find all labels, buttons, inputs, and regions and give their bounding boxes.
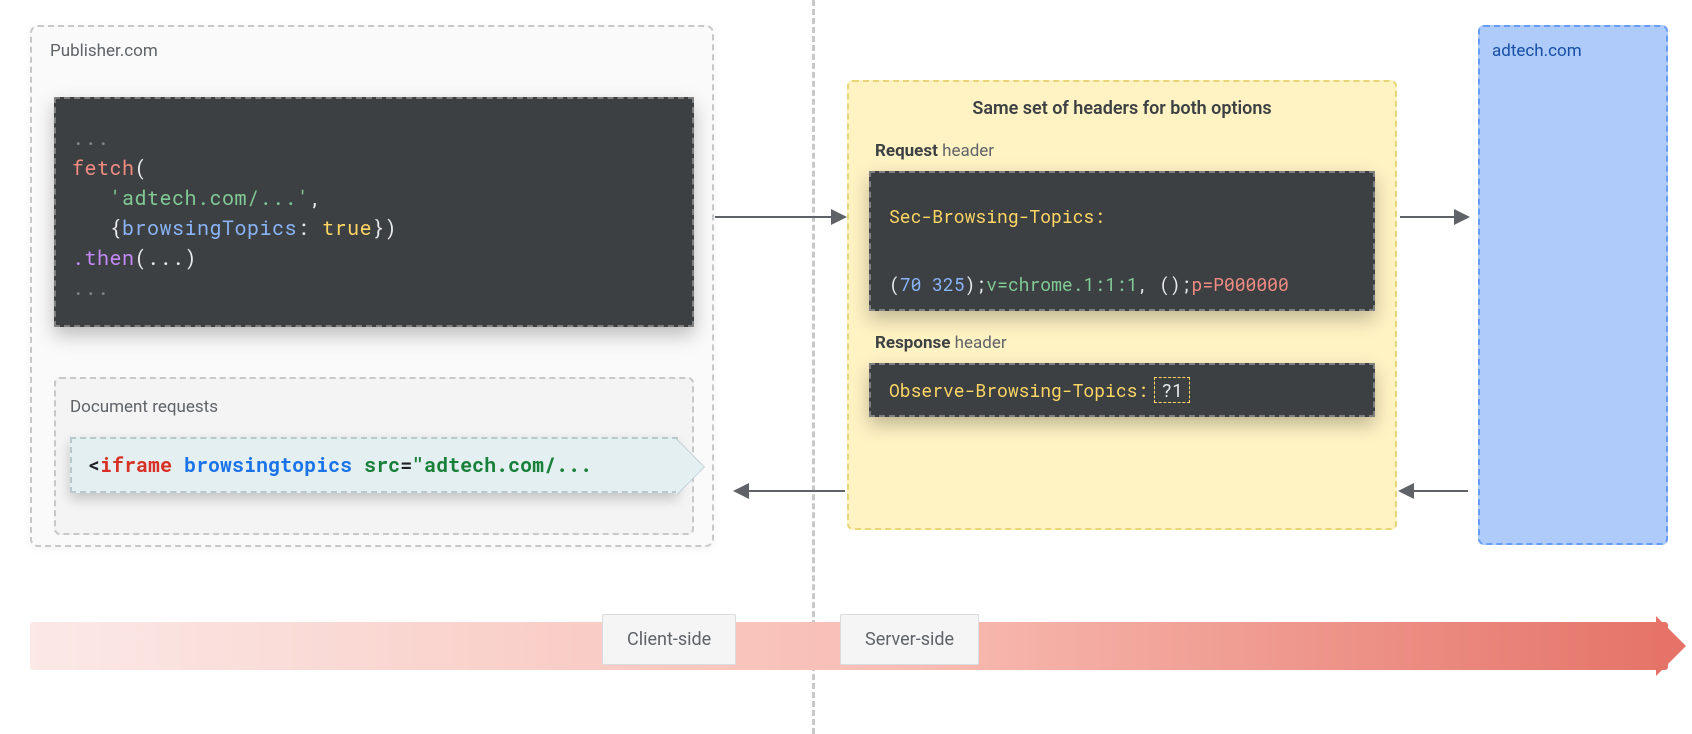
code-colon: : xyxy=(297,215,322,241)
document-requests-title: Document requests xyxy=(56,379,692,417)
response-header-block: Observe-Browsing-Topics:?1 xyxy=(869,363,1375,417)
code-ellipsis2: ... xyxy=(72,275,110,301)
tag-name: iframe xyxy=(100,452,172,478)
code-comma: , xyxy=(310,185,323,211)
fetch-code-block: ... fetch( 'adtech.com/...', {browsingTo… xyxy=(54,97,694,327)
document-requests-panel: Document requests <iframe browsingtopics… xyxy=(54,377,694,535)
arrow-headers-to-adtech xyxy=(1400,216,1468,218)
arrow-headers-to-publisher xyxy=(735,490,845,492)
code-optopen: { xyxy=(110,215,123,241)
arrow-publisher-to-headers xyxy=(715,216,845,218)
code-thenargs: (...) xyxy=(135,245,198,271)
request-header-block: Sec-Browsing-Topics: (70 325);v=chrome.1… xyxy=(869,171,1375,311)
iframe-tag-block: <iframe browsingtopics src="adtech.com/.… xyxy=(70,437,678,493)
response-header-label: Response header xyxy=(875,333,1395,353)
headers-title: Same set of headers for both options xyxy=(849,98,1395,119)
code-optval: true xyxy=(322,215,372,241)
code-fetch: fetch xyxy=(72,155,135,181)
code-close: ) xyxy=(385,215,398,241)
code-then: .then xyxy=(72,245,135,271)
code-ellipsis: ... xyxy=(72,125,110,151)
code-url: 'adtech.com/...' xyxy=(110,185,310,211)
resp-name: Observe-Browsing-Topics: xyxy=(889,378,1148,402)
headers-panel: Same set of headers for both options Req… xyxy=(847,80,1397,530)
adtech-panel: adtech.com xyxy=(1478,25,1668,545)
publisher-panel: Publisher.com ... fetch( 'adtech.com/...… xyxy=(30,25,714,547)
resp-val: ?1 xyxy=(1154,377,1190,403)
request-header-label: Request header xyxy=(875,141,1395,161)
tag-eq: = xyxy=(400,452,412,478)
publisher-title: Publisher.com xyxy=(50,41,158,61)
tag-lt: < xyxy=(88,452,100,478)
arrow-adtech-to-headers xyxy=(1400,490,1468,492)
code-optkey: browsingTopics xyxy=(122,215,297,241)
tag-src: src xyxy=(364,452,400,478)
code-open: ( xyxy=(135,155,148,181)
client-side-label: Client-side xyxy=(602,614,736,665)
server-side-label: Server-side xyxy=(840,614,979,665)
tag-srcval: "adtech.com/... xyxy=(412,452,592,478)
req-name: Sec-Browsing-Topics: xyxy=(889,204,1105,228)
tag-attr: browsingtopics xyxy=(184,452,352,478)
code-optclose: } xyxy=(372,215,385,241)
adtech-title: adtech.com xyxy=(1480,27,1666,75)
